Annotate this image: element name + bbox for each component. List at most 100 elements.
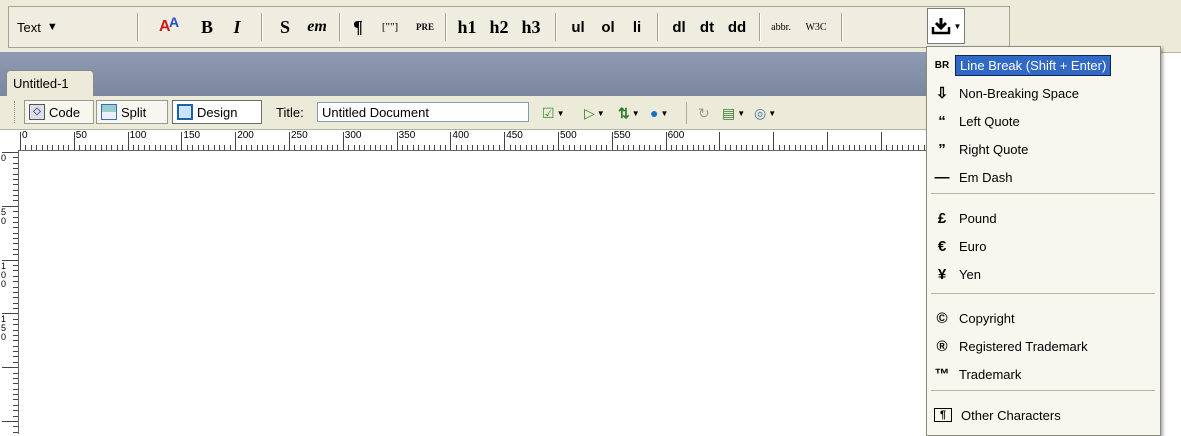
menu-item-copyright[interactable]: © Copyright (929, 305, 1157, 331)
abbr-label: abbr. (771, 21, 791, 33)
ruler-tick (918, 145, 920, 150)
menu-item-em-dash[interactable]: — Em Dash (929, 164, 1157, 190)
h3-button[interactable]: h3 (517, 7, 545, 47)
menu-item-other-characters[interactable]: ¶ Other Characters (929, 402, 1157, 428)
ruler-tick (649, 145, 651, 150)
document-tab[interactable]: Untitled-1 (6, 70, 94, 96)
ruler-tick (41, 145, 43, 150)
ol-button[interactable]: ol (595, 7, 621, 47)
ruler-tick (46, 145, 48, 150)
menu-item-label: Em Dash (959, 169, 1013, 185)
title-input[interactable] (317, 102, 529, 122)
ruler-tick (143, 145, 145, 150)
strong-button[interactable]: S (273, 7, 297, 47)
paragraph-button[interactable]: ¶ (347, 7, 369, 47)
acronym-button[interactable]: W3C (801, 7, 831, 47)
ruler-tick (202, 145, 204, 150)
dd-button[interactable]: dd (723, 7, 751, 47)
ruler-tick (13, 189, 18, 191)
h2-button[interactable]: h2 (485, 7, 513, 47)
menu-item-euro[interactable]: € Euro (929, 233, 1157, 259)
menu-item-yen[interactable]: ¥ Yen (929, 261, 1157, 287)
menu-item-line-break-shift-enter[interactable]: BR Line Break (Shift + Enter) (929, 52, 1157, 78)
bold-button[interactable]: B (195, 7, 219, 47)
em-button[interactable]: em (301, 7, 333, 47)
ruler-tick (913, 145, 915, 150)
visual-aids-button[interactable]: ◎ ▼ (754, 104, 776, 122)
dl-button[interactable]: dl (667, 7, 691, 47)
code-view-button[interactable]: ◇ Code (24, 100, 94, 124)
design-view-button[interactable]: Design (172, 100, 262, 124)
ruler-label: 100 (129, 130, 147, 141)
ruler-tick (13, 345, 18, 347)
ruler-tick (272, 145, 274, 150)
ruler-tick (2, 421, 18, 422)
ruler-tick (13, 361, 18, 363)
separator (137, 13, 139, 41)
characters-dropdown-button[interactable]: ▼ (927, 8, 965, 44)
menu-item-left-quote[interactable]: “ Left Quote (929, 108, 1157, 134)
ruler-tick (579, 145, 581, 150)
ruler-tick (192, 145, 194, 150)
ruler-tick (342, 132, 344, 150)
ruler-tick (622, 145, 624, 150)
ruler-tick (57, 145, 59, 150)
menu-item-icon: € (937, 237, 947, 255)
preview-browser-button[interactable]: ● ▼ (650, 104, 668, 122)
refresh-button[interactable]: ↻ (698, 104, 710, 122)
ul-button[interactable]: ul (565, 7, 591, 47)
menu-item-non-breaking-space[interactable]: ⇩ Non-Breaking Space (929, 80, 1157, 106)
ruler-tick (385, 145, 387, 150)
ruler-tick (762, 145, 764, 150)
ruler-tick (493, 145, 495, 150)
ruler-tick (294, 145, 296, 150)
menu-item-right-quote[interactable]: ” Right Quote (929, 136, 1157, 162)
menu-separator (931, 390, 1155, 391)
separator (555, 13, 557, 41)
ruler-tick (84, 145, 86, 150)
ruler-tick (547, 145, 549, 150)
ruler-tick (439, 145, 441, 150)
validate-button[interactable]: ☑ ▼ (542, 104, 564, 122)
ruler-tick (13, 431, 18, 433)
ruler-tick (703, 145, 705, 150)
pre-button[interactable]: PRE (411, 7, 439, 47)
ruler-tick (13, 377, 18, 379)
italic-button[interactable]: I (225, 7, 249, 47)
ruler-tick (498, 145, 500, 150)
design-canvas[interactable] (19, 151, 928, 434)
ruler-tick (886, 145, 888, 150)
ruler-tick (63, 145, 65, 150)
ruler-tick (13, 221, 18, 223)
ruler-tick (13, 248, 18, 250)
split-view-button[interactable]: Split (96, 100, 168, 124)
li-button[interactable]: li (627, 7, 647, 47)
dt-button[interactable]: dt (695, 7, 719, 47)
ruler-tick (13, 157, 18, 159)
ruler-tick (278, 145, 280, 150)
file-management-button[interactable]: ⇅ ▼ (618, 104, 640, 122)
category-dropdown[interactable]: Text ▼ (17, 7, 87, 47)
ruler-label: 250 (291, 130, 308, 141)
ruler-label: 550 (613, 130, 631, 141)
ruler-tick (13, 227, 18, 229)
browser-check-button[interactable]: ▷ ▼ (584, 104, 605, 122)
ruler-tick (229, 145, 231, 150)
view-options-button[interactable]: ▤ ▼ (722, 104, 745, 122)
ruler-tick (692, 145, 694, 150)
ruler-tick (504, 132, 506, 150)
ruler-tick (859, 145, 861, 150)
menu-item-registered-trademark[interactable]: ® Registered Trademark (929, 333, 1157, 359)
menu-item-trademark[interactable]: ™ Trademark (929, 361, 1157, 387)
font-tag-button[interactable]: A A (155, 7, 185, 47)
h1-button[interactable]: h1 (453, 7, 481, 47)
design-icon (177, 104, 193, 120)
ruler-tick (740, 145, 742, 150)
menu-item-pound[interactable]: £ Pound (929, 205, 1157, 231)
dropdown-arrow-icon: ▼ (596, 108, 605, 118)
abbr-button[interactable]: abbr. (765, 7, 797, 47)
ruler-tick (13, 297, 18, 299)
ruler-tick (676, 145, 678, 150)
blockquote-button[interactable]: [""] (373, 7, 407, 47)
ruler-label: 600 (667, 130, 685, 141)
